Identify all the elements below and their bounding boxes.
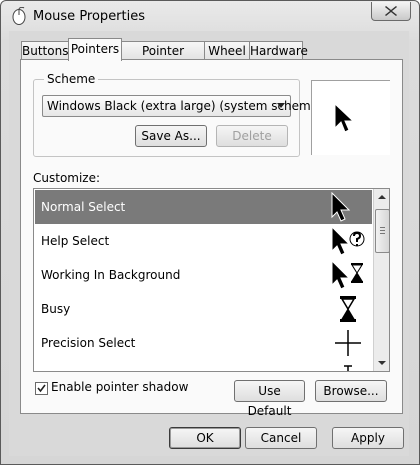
delete-label: Delete: [232, 129, 272, 143]
scheme-dropdown[interactable]: Windows Black (extra large) (system sche…: [42, 95, 323, 117]
title-bar[interactable]: Mouse Properties: [1, 1, 419, 31]
pointer-shadow-checkbox[interactable]: [35, 382, 48, 395]
grip-line: [380, 233, 385, 234]
list-item-label: Normal Select: [41, 200, 126, 214]
tab-label: Hardware: [250, 44, 308, 58]
pointers-panel: Scheme Windows Black (extra large) (syst…: [20, 59, 403, 418]
close-button[interactable]: [371, 2, 411, 21]
tab-label: Pointers: [70, 42, 120, 56]
apply-button[interactable]: Apply: [332, 427, 404, 449]
cancel-label: Cancel: [260, 431, 302, 445]
ok-label: OK: [196, 431, 214, 445]
arrow-icon: [334, 103, 355, 133]
tab-hardware[interactable]: Hardware: [249, 41, 308, 60]
ok-button[interactable]: OK: [169, 427, 241, 449]
cursor-preview: [311, 80, 390, 155]
browse-label: Browse...: [323, 384, 379, 398]
list-scrollbar[interactable]: [373, 189, 389, 371]
cancel-button[interactable]: Cancel: [245, 427, 317, 449]
scroll-up-button[interactable]: [374, 189, 389, 205]
list-item-label: Working In Background: [41, 268, 181, 282]
browse-button[interactable]: Browse...: [315, 380, 387, 402]
tab-label: Wheel: [208, 44, 246, 58]
use-default-label: Use Default: [247, 384, 292, 418]
text-select-icon: [344, 365, 352, 371]
cursor-list[interactable]: Normal Select Help Select Working In Bac…: [33, 188, 390, 372]
close-icon: [385, 6, 397, 16]
tab-label: Buttons: [22, 44, 69, 58]
list-item-busy[interactable]: Busy: [35, 292, 372, 326]
mouse-icon: [12, 7, 26, 25]
tab-buttons[interactable]: Buttons: [21, 41, 69, 60]
save-as-button[interactable]: Save As...: [135, 125, 207, 147]
scroll-down-button[interactable]: [374, 355, 389, 371]
apply-label: Apply: [351, 431, 385, 445]
scheme-label: Scheme: [44, 72, 99, 86]
list-item-label: Precision Select: [41, 336, 136, 350]
mouse-properties-window: Mouse Properties Buttons Pointers Pointe…: [0, 0, 420, 465]
scheme-group: Scheme Windows Black (extra large) (syst…: [33, 72, 323, 157]
list-item-text-select[interactable]: [35, 360, 372, 371]
arrow-icon: [331, 192, 351, 222]
crosshair-icon: [335, 330, 361, 356]
list-item-help-select[interactable]: Help Select: [35, 224, 372, 258]
use-default-button[interactable]: Use Default: [234, 380, 305, 418]
list-item-normal-select[interactable]: Normal Select: [35, 190, 372, 224]
tab-wheel[interactable]: Wheel: [204, 41, 250, 60]
grip-line: [380, 227, 385, 228]
list-item-precision-select[interactable]: Precision Select: [35, 326, 372, 360]
tab-pointers[interactable]: Pointers: [68, 38, 122, 61]
list-item-label: Busy: [41, 302, 71, 316]
scroll-thumb[interactable]: [375, 209, 389, 253]
hourglass-icon: [340, 296, 356, 322]
tab-pointer-options[interactable]: Pointer Options: [121, 41, 205, 76]
window-title: Mouse Properties: [33, 9, 146, 24]
chevron-down-icon: [277, 103, 285, 108]
chevron-up-icon: [378, 195, 386, 199]
list-item-label: Help Select: [41, 234, 110, 248]
chevron-down-icon: [378, 361, 386, 365]
list-item-working-in-background[interactable]: Working In Background: [35, 258, 372, 292]
checkmark-icon: [37, 384, 46, 393]
customize-label: Customize:: [33, 171, 101, 185]
pointer-shadow-label[interactable]: Enable pointer shadow: [51, 380, 188, 394]
working-in-background-icon: [331, 260, 363, 290]
save-as-label: Save As...: [141, 129, 201, 143]
help-select-icon: [331, 226, 365, 256]
delete-button[interactable]: Delete: [216, 125, 288, 147]
grip-line: [380, 230, 385, 231]
